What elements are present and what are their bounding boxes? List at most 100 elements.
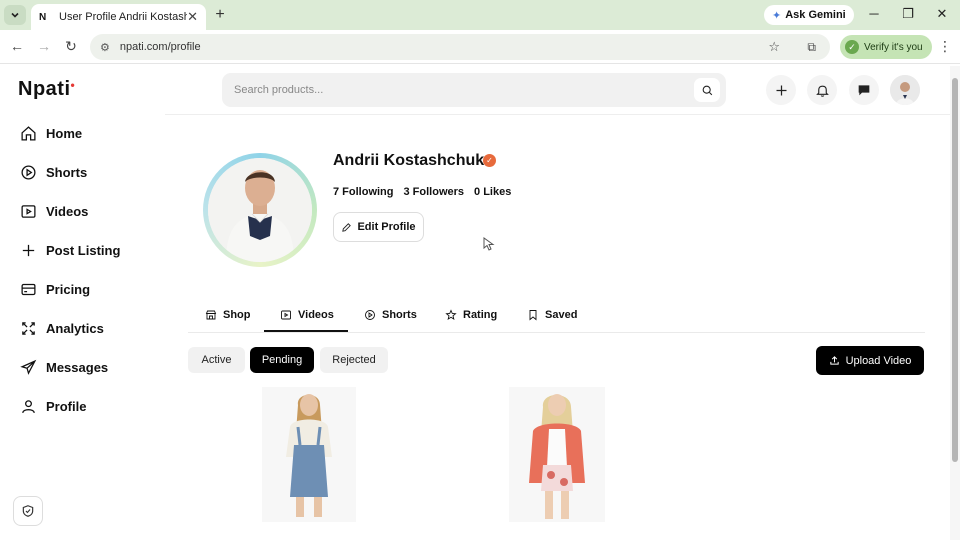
followers-count[interactable]: 3 Followers [404, 186, 465, 198]
sidebar-item-profile[interactable]: Profile [20, 394, 86, 418]
filter-active[interactable]: Active [188, 347, 245, 373]
tab-shorts[interactable]: Shorts [364, 306, 417, 324]
following-count[interactable]: 7 Following [333, 186, 394, 198]
star-icon [445, 309, 457, 320]
tab-label: Shop [223, 309, 251, 321]
upload-video-label: Upload Video [845, 354, 912, 367]
search-bar[interactable]: Search products... [222, 73, 726, 107]
header-divider [165, 114, 950, 115]
pencil-icon [342, 222, 352, 232]
user-icon [22, 399, 35, 413]
scrollbar-thumb[interactable] [952, 78, 958, 462]
sidebar-item-analytics[interactable]: Analytics [20, 316, 104, 340]
search-icon [702, 85, 712, 95]
upload-icon [829, 356, 839, 365]
notifications-button[interactable] [807, 75, 837, 105]
user-avatar-button[interactable] [890, 75, 920, 105]
site-settings-icon[interactable]: ⚙ [100, 41, 110, 54]
bookmark-star-icon[interactable]: ☆ [768, 39, 780, 55]
security-shield-button[interactable] [13, 496, 43, 526]
new-tab-icon[interactable]: + [210, 5, 230, 25]
browser-tab[interactable]: N User Profile Andrii Kostashchuk ✕ [31, 4, 206, 30]
video-icon [281, 310, 291, 320]
tab-shop[interactable]: Shop [205, 306, 251, 324]
url-text: npati.com/profile [119, 41, 201, 53]
mouse-cursor-icon [483, 237, 495, 251]
tabs-divider [188, 332, 925, 333]
verified-badge-icon: ✓ [483, 154, 496, 167]
gemini-sparkle-icon: ✦ [772, 9, 782, 22]
filter-rejected[interactable]: Rejected [320, 347, 388, 373]
play-circle-icon [365, 310, 375, 320]
filter-pending[interactable]: Pending [250, 347, 314, 373]
video-thumbnail[interactable] [509, 387, 605, 522]
browser-tab-bar: N User Profile Andrii Kostashchuk ✕ + ✦ … [0, 0, 960, 30]
video-thumbnail[interactable] [262, 387, 356, 522]
plus-icon [776, 85, 786, 95]
sidebar-item-label: Pricing [46, 281, 91, 297]
tab-label: Rating [463, 309, 498, 321]
credit-card-icon [21, 283, 36, 295]
ask-gemini-button[interactable]: ✦ Ask Gemini [764, 5, 854, 25]
sidebar-item-label: Messages [46, 359, 109, 375]
ask-gemini-label: Ask Gemini [785, 9, 846, 21]
chat-button[interactable] [849, 75, 879, 105]
tab-title: User Profile Andrii Kostashchuk [59, 11, 188, 23]
plus-icon [22, 244, 35, 256]
tab-saved[interactable]: Saved [527, 306, 577, 324]
search-button[interactable] [694, 78, 720, 102]
edit-profile-label: Edit Profile [357, 221, 416, 233]
search-input[interactable]: Search products... [234, 84, 323, 96]
verify-profile-button[interactable]: ✓ Verify it's you [840, 35, 932, 59]
active-tab-indicator [264, 330, 348, 332]
avatar [890, 75, 920, 105]
upload-video-button[interactable]: Upload Video [816, 346, 924, 375]
analytics-icon [22, 321, 35, 335]
sidebar-item-post-listing[interactable]: Post Listing [20, 238, 120, 262]
logo-text: Npati [18, 78, 71, 100]
send-icon [20, 359, 37, 375]
profile-stats: 7 Following 3 Followers 0 Likes [333, 186, 511, 198]
sidebar-item-label: Profile [46, 398, 87, 414]
forward-icon[interactable]: → [35, 38, 53, 54]
chat-bubble-icon [858, 85, 870, 96]
sidebar-item-videos[interactable]: Videos [20, 199, 88, 223]
close-tab-icon[interactable]: ✕ [187, 9, 198, 25]
play-circle-icon [21, 164, 36, 180]
logo-dot-icon: • [70, 78, 76, 92]
address-bar-row: ← → ↻ ⚙ npati.com/profile ☆ ⧉ ✓ Verify i… [0, 30, 960, 64]
sidebar-item-label: Videos [46, 203, 89, 219]
extensions-icon[interactable]: ⧉ [807, 40, 816, 55]
restore-icon[interactable]: ❐ [898, 6, 918, 22]
sidebar-item-home[interactable]: Home [20, 121, 82, 145]
sidebar-item-label: Home [46, 125, 83, 141]
back-icon[interactable]: ← [8, 38, 26, 54]
verify-label: Verify it's you [864, 41, 923, 53]
url-field[interactable]: ⚙ npati.com/profile ☆ ⧉ [90, 34, 830, 60]
favicon-icon: N [39, 11, 47, 23]
sidebar-item-label: Shorts [46, 164, 88, 180]
bell-icon [815, 85, 829, 97]
profile-verify-icon: ✓ [845, 40, 859, 54]
tab-videos[interactable]: Videos [280, 306, 334, 324]
tab-rating[interactable]: Rating [445, 306, 497, 324]
video-icon [21, 204, 36, 218]
store-icon [205, 310, 217, 320]
likes-count: 0 Likes [474, 186, 512, 198]
reload-icon[interactable]: ↻ [62, 38, 80, 55]
sidebar-item-shorts[interactable]: Shorts [20, 160, 87, 184]
site-logo[interactable]: Npati• [18, 78, 75, 101]
close-window-icon[interactable]: ✕ [932, 6, 952, 22]
page-scrollbar[interactable] [950, 66, 960, 540]
tab-label: Saved [545, 309, 578, 321]
browser-menu-icon[interactable]: ⋮ [938, 38, 952, 55]
profile-avatar-ring[interactable] [203, 153, 317, 267]
edit-profile-button[interactable]: Edit Profile [333, 212, 424, 242]
sidebar-item-pricing[interactable]: Pricing [20, 277, 90, 301]
tab-search-dropdown-icon[interactable] [4, 5, 26, 25]
sidebar-item-messages[interactable]: Messages [20, 355, 108, 379]
shield-check-icon [22, 505, 34, 517]
bookmark-icon [529, 310, 537, 321]
minimize-icon[interactable]: ─ [864, 6, 884, 21]
create-button[interactable] [766, 75, 796, 105]
